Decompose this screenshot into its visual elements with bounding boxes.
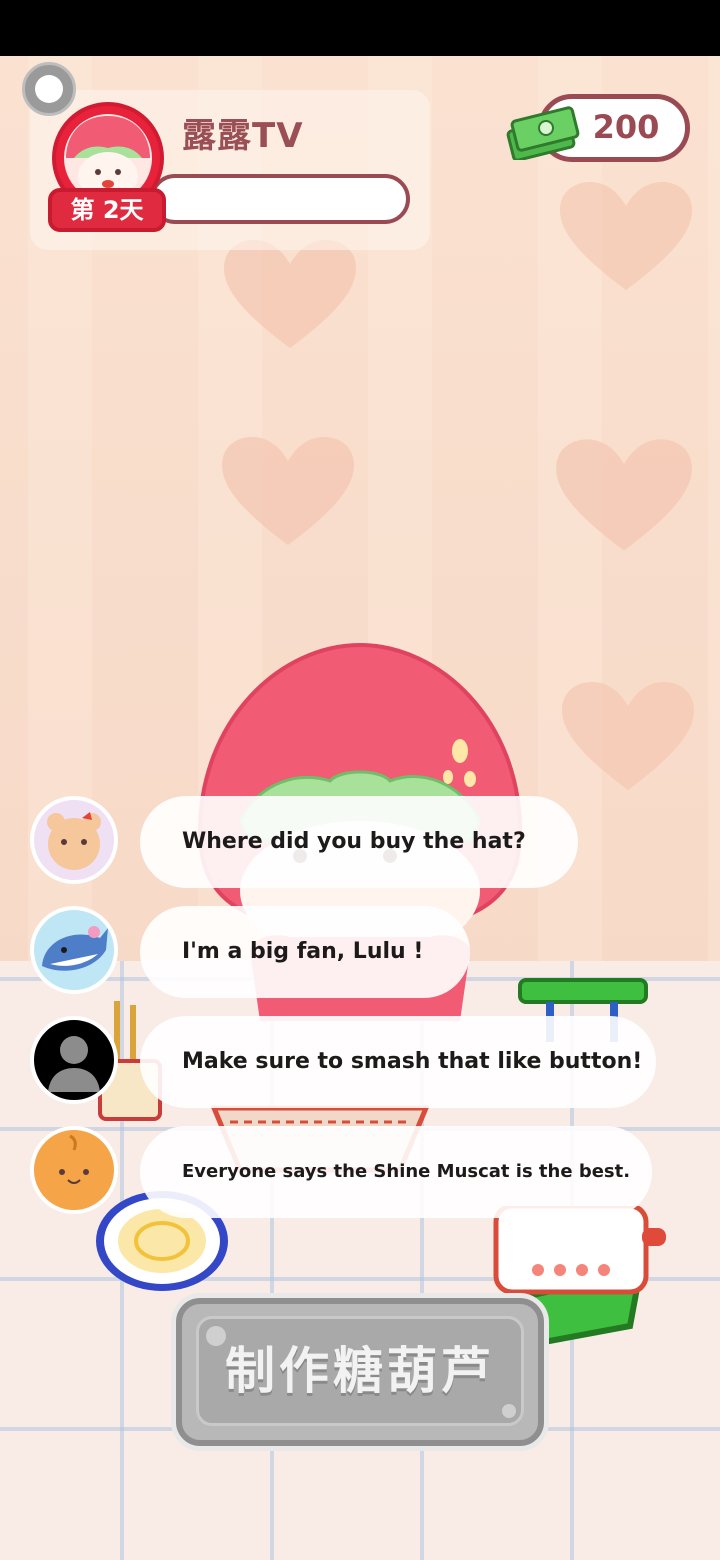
viewer-avatar[interactable] [30,1126,118,1214]
day-progress-bar [150,174,410,224]
viewer-avatar[interactable] [30,796,118,884]
heart-decoration-icon [556,439,692,551]
make-button-label: 制作糖葫芦 [225,1342,495,1400]
heart-decoration-icon [222,437,354,545]
heart-decoration-icon [562,682,694,790]
chat-message: Make sure to smash that like button! [0,1016,720,1108]
day-counter-badge: 第 2天 [48,188,166,232]
status-bar [0,0,720,56]
menu-button[interactable] [22,62,76,116]
streamer-name: 露露TV [182,116,304,156]
make-candied-haws-button[interactable]: 制作糖葫芦 [176,1298,544,1446]
chat-message: Everyone says the Shine Muscat is the be… [0,1126,720,1218]
money-amount: 200 [592,108,660,146]
chat-bubble: I'm a big fan, Lulu ! [140,906,470,998]
viewer-avatar[interactable] [30,906,118,994]
chat-bubble: Everyone says the Shine Muscat is the be… [140,1126,652,1218]
heart-decoration-icon [560,182,692,290]
chat-bubble: Where did you buy the hat? [140,796,578,888]
game-scene: Where did you buy the hat? I'm a big fan… [0,56,720,1560]
viewer-avatar[interactable] [30,1016,118,1104]
chat-message: Where did you buy the hat? [0,796,720,888]
chat-message: I'm a big fan, Lulu ! [0,906,720,998]
chat-bubble: Make sure to smash that like button! [140,1016,656,1108]
heart-decoration-icon [224,240,356,348]
